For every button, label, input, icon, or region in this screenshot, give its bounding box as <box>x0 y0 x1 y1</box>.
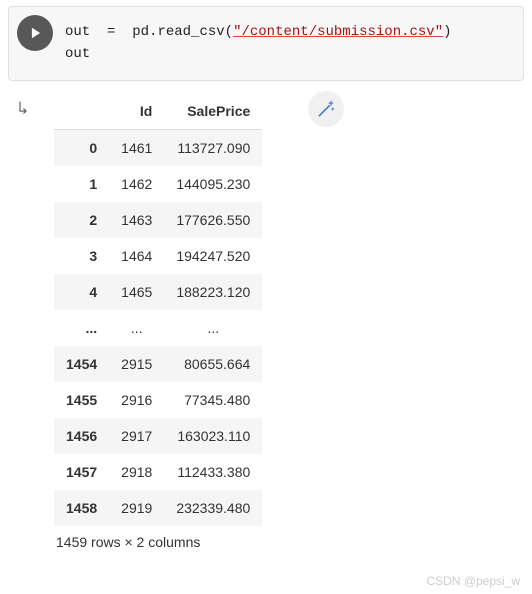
code-cell: out = pd.read_csv("/content/submission.c… <box>8 6 524 81</box>
code-token: pd <box>132 24 149 40</box>
cell-id: 2917 <box>109 418 164 454</box>
cell-saleprice: 80655.664 <box>164 346 262 382</box>
row-index: 1 <box>54 166 109 202</box>
column-header: Id <box>109 93 164 130</box>
row-index: 2 <box>54 202 109 238</box>
output-indicator[interactable] <box>8 91 44 550</box>
magic-wand-button[interactable] <box>308 91 344 127</box>
table-row: 31464194247.520 <box>54 238 262 274</box>
cell-id: 1463 <box>109 202 164 238</box>
row-index: 1456 <box>54 418 109 454</box>
code-token: = <box>90 24 132 40</box>
cell-id: 1462 <box>109 166 164 202</box>
ellipsis-row: ......... <box>54 310 262 346</box>
magic-wand-icon <box>316 99 336 119</box>
cell-saleprice: 144095.230 <box>164 166 262 202</box>
row-index: 1454 <box>54 346 109 382</box>
cell-id: 2919 <box>109 490 164 526</box>
ellipsis-cell: ... <box>54 310 109 346</box>
table-row: 14582919232339.480 <box>54 490 262 526</box>
row-index: 4 <box>54 274 109 310</box>
row-index: 1457 <box>54 454 109 490</box>
cell-saleprice: 112433.380 <box>164 454 262 490</box>
table-row: 1455291677345.480 <box>54 382 262 418</box>
code-token: out <box>65 46 90 62</box>
output-arrow-icon <box>17 99 35 117</box>
cell-id: 2916 <box>109 382 164 418</box>
dataframe-shape: 1459 rows × 2 columns <box>54 534 524 550</box>
cell-saleprice: 232339.480 <box>164 490 262 526</box>
table-row: 21463177626.550 <box>54 202 262 238</box>
output-content: Id SalePrice 01461113727.09011462144095.… <box>44 91 524 550</box>
cell-saleprice: 177626.550 <box>164 202 262 238</box>
table-row: 11462144095.230 <box>54 166 262 202</box>
watermark: CSDN @pepsi_w <box>426 574 520 588</box>
column-header: SalePrice <box>164 93 262 130</box>
cell-saleprice: 77345.480 <box>164 382 262 418</box>
cell-id: 2918 <box>109 454 164 490</box>
run-button[interactable] <box>17 15 53 51</box>
code-token: read_csv <box>157 24 224 40</box>
code-editor[interactable]: out = pd.read_csv("/content/submission.c… <box>61 11 523 76</box>
cell-id: 1461 <box>109 129 164 166</box>
output-area: Id SalePrice 01461113727.09011462144095.… <box>8 91 524 550</box>
table-header-row: Id SalePrice <box>54 93 262 130</box>
index-header <box>54 93 109 130</box>
cell-id: 1464 <box>109 238 164 274</box>
cell-id: 1465 <box>109 274 164 310</box>
table-row: 1454291580655.664 <box>54 346 262 382</box>
cell-saleprice: 163023.110 <box>164 418 262 454</box>
cell-saleprice: 188223.120 <box>164 274 262 310</box>
table-row: 14572918112433.380 <box>54 454 262 490</box>
table-row: 41465188223.120 <box>54 274 262 310</box>
row-index: 1455 <box>54 382 109 418</box>
table-row: 14562917163023.110 <box>54 418 262 454</box>
play-icon <box>29 26 43 40</box>
row-index: 3 <box>54 238 109 274</box>
cell-saleprice: 194247.520 <box>164 238 262 274</box>
table-row: 01461113727.090 <box>54 129 262 166</box>
code-token: ) <box>443 24 451 40</box>
row-index: 1458 <box>54 490 109 526</box>
cell-saleprice: 113727.090 <box>164 129 262 166</box>
code-token: ( <box>225 24 233 40</box>
code-string: "/content/submission.csv" <box>233 24 443 40</box>
ellipsis-cell: ... <box>164 310 262 346</box>
dataframe-table: Id SalePrice 01461113727.09011462144095.… <box>54 93 262 526</box>
code-token: out <box>65 24 90 40</box>
row-index: 0 <box>54 129 109 166</box>
cell-id: 2915 <box>109 346 164 382</box>
ellipsis-cell: ... <box>109 310 164 346</box>
